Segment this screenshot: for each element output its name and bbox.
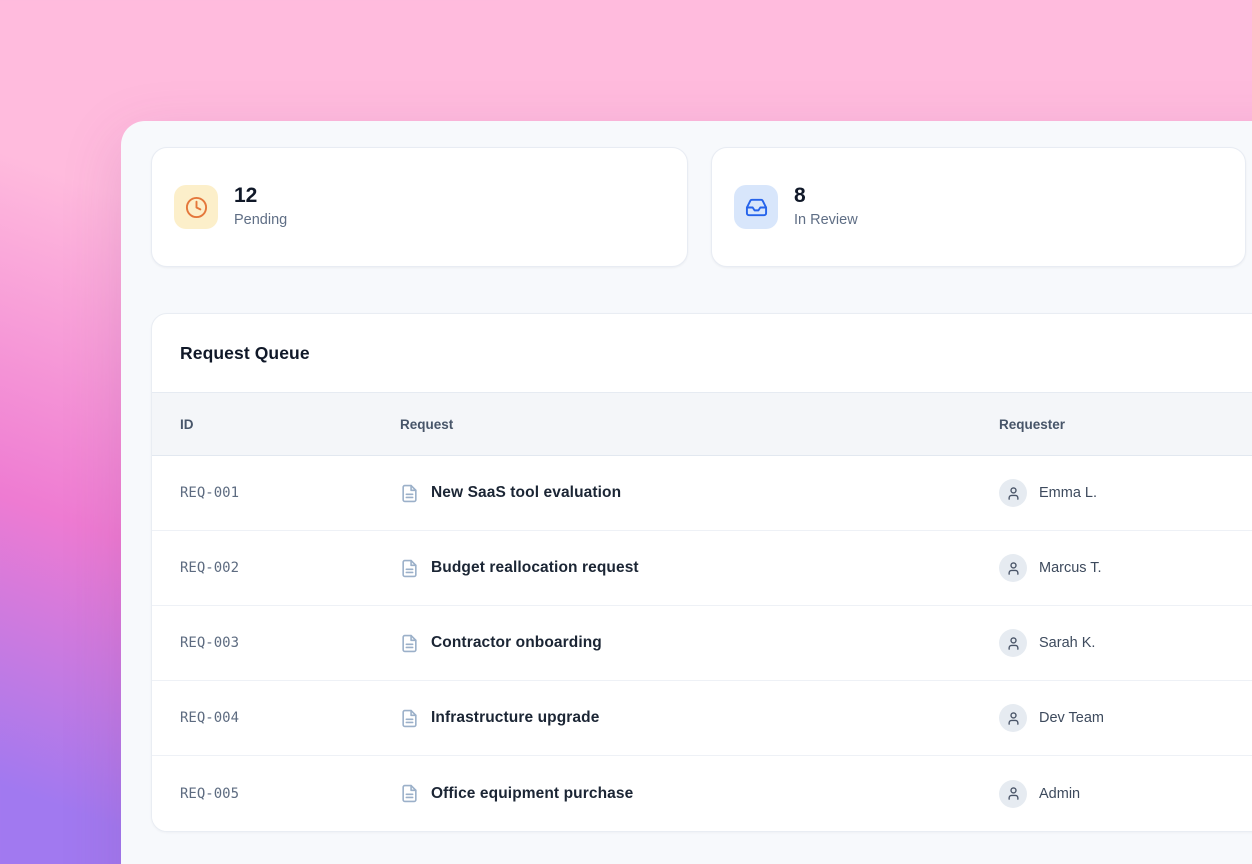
requester-cell: Marcus T. bbox=[971, 554, 1252, 582]
request-queue-card: Request Queue ID Request Requester REQ-0… bbox=[151, 313, 1252, 832]
request-cell: Contractor onboarding bbox=[372, 634, 971, 653]
document-icon bbox=[400, 559, 419, 578]
requester-name: Dev Team bbox=[1039, 710, 1104, 726]
stat-text: 8 In Review bbox=[794, 183, 858, 230]
stat-text: 12 Pending bbox=[234, 183, 287, 230]
pending-count: 12 bbox=[234, 183, 287, 209]
stats-row: 12 Pending 8 In Review bbox=[151, 147, 1252, 267]
in-review-label: In Review bbox=[794, 210, 858, 231]
user-avatar-icon bbox=[999, 554, 1027, 582]
requester-cell: Sarah K. bbox=[971, 629, 1252, 657]
request-cell: Office equipment purchase bbox=[372, 784, 971, 803]
document-icon bbox=[400, 784, 419, 803]
request-title: New SaaS tool evaluation bbox=[431, 484, 621, 502]
requester-cell: Emma L. bbox=[971, 479, 1252, 507]
request-title: Contractor onboarding bbox=[431, 634, 602, 652]
inbox-icon bbox=[734, 185, 778, 229]
request-id: REQ-002 bbox=[152, 560, 372, 576]
request-cell: Budget reallocation request bbox=[372, 559, 971, 578]
requester-cell: Admin bbox=[971, 780, 1252, 808]
request-id: REQ-001 bbox=[152, 485, 372, 501]
clock-icon bbox=[174, 185, 218, 229]
column-header-request: Request bbox=[372, 417, 971, 432]
request-title: Infrastructure upgrade bbox=[431, 709, 599, 727]
document-icon bbox=[400, 484, 419, 503]
requester-name: Admin bbox=[1039, 786, 1080, 802]
user-avatar-icon bbox=[999, 479, 1027, 507]
table-header-row: ID Request Requester bbox=[152, 393, 1252, 456]
requester-name: Emma L. bbox=[1039, 485, 1097, 501]
requester-name: Sarah K. bbox=[1039, 635, 1095, 651]
request-cell: Infrastructure upgrade bbox=[372, 709, 971, 728]
user-avatar-icon bbox=[999, 780, 1027, 808]
in-review-count: 8 bbox=[794, 183, 858, 209]
request-title: Budget reallocation request bbox=[431, 559, 639, 577]
table-row[interactable]: REQ-004 Infrastructure upgrade Dev Team bbox=[152, 681, 1252, 756]
user-avatar-icon bbox=[999, 629, 1027, 657]
request-id: REQ-004 bbox=[152, 710, 372, 726]
pending-label: Pending bbox=[234, 210, 287, 231]
table-row[interactable]: REQ-001 New SaaS tool evaluation Emma L. bbox=[152, 456, 1252, 531]
content-panel: 12 Pending 8 In Review Request Queue ID … bbox=[121, 121, 1252, 864]
table-row[interactable]: REQ-003 Contractor onboarding Sarah K. bbox=[152, 606, 1252, 681]
request-cell: New SaaS tool evaluation bbox=[372, 484, 971, 503]
requester-name: Marcus T. bbox=[1039, 560, 1102, 576]
request-title: Office equipment purchase bbox=[431, 785, 633, 803]
table-title-row: Request Queue bbox=[152, 314, 1252, 393]
user-avatar-icon bbox=[999, 704, 1027, 732]
table-row[interactable]: REQ-005 Office equipment purchase Admin bbox=[152, 756, 1252, 831]
column-header-requester: Requester bbox=[971, 417, 1252, 432]
table-row[interactable]: REQ-002 Budget reallocation request Marc… bbox=[152, 531, 1252, 606]
stat-card-pending: 12 Pending bbox=[151, 147, 688, 267]
document-icon bbox=[400, 634, 419, 653]
app-background: { "theme": { "bg_pink": "#ffbbdd", "bg_m… bbox=[0, 0, 1252, 864]
table-title: Request Queue bbox=[180, 343, 310, 364]
request-id: REQ-003 bbox=[152, 635, 372, 651]
stat-card-in-review: 8 In Review bbox=[711, 147, 1246, 267]
column-header-id: ID bbox=[152, 417, 372, 432]
request-id: REQ-005 bbox=[152, 786, 372, 802]
document-icon bbox=[400, 709, 419, 728]
requester-cell: Dev Team bbox=[971, 704, 1252, 732]
